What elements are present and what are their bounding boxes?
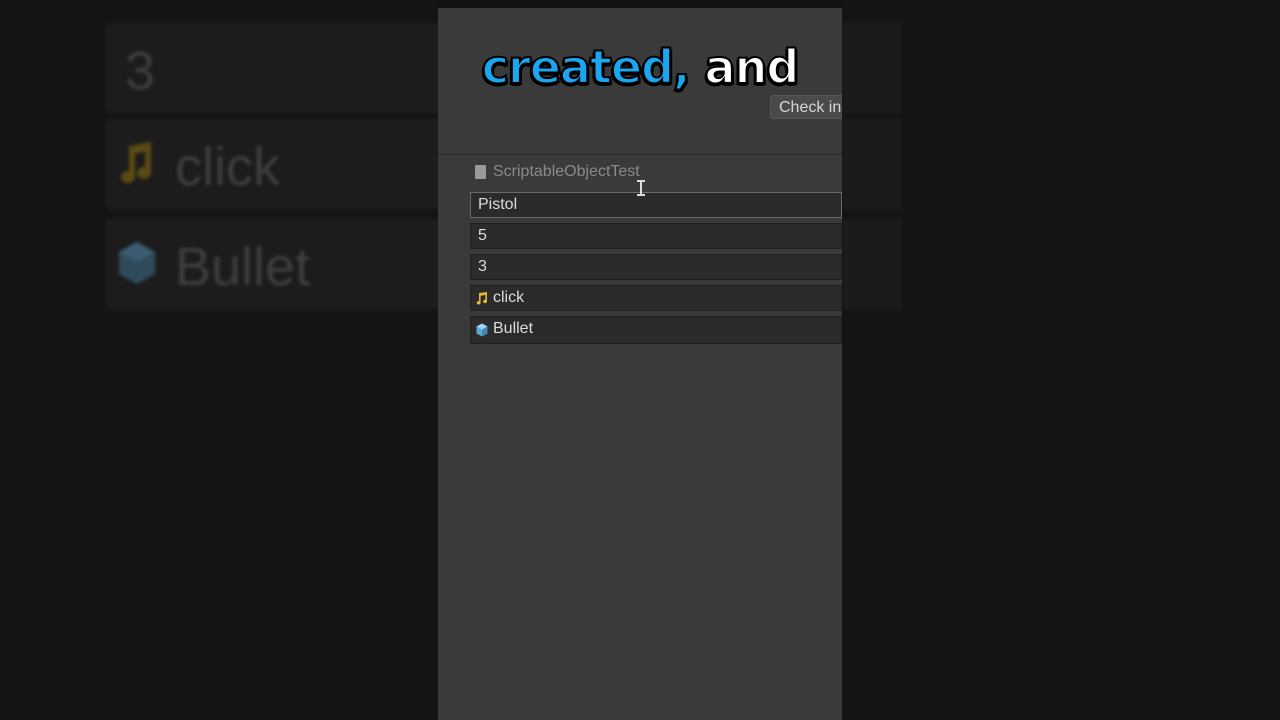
background-row bbox=[842, 22, 902, 114]
audio-clip-field[interactable]: click bbox=[470, 285, 842, 311]
prefab-label: Bullet bbox=[493, 320, 534, 337]
cube-icon bbox=[119, 242, 155, 284]
background-row bbox=[842, 218, 902, 310]
background-text: click bbox=[175, 137, 280, 197]
audio-clip-icon bbox=[476, 292, 488, 305]
name-text-field[interactable]: Pistol bbox=[470, 192, 842, 218]
int-field-1[interactable]: 5 bbox=[470, 223, 842, 249]
script-name: ScriptableObjectTest bbox=[493, 163, 640, 180]
background-row bbox=[842, 118, 902, 210]
background-text: 3 bbox=[125, 41, 156, 101]
background-row: Bullet bbox=[105, 218, 438, 310]
background-right bbox=[842, 0, 1280, 720]
int-field-2[interactable]: 3 bbox=[470, 254, 842, 280]
panel-top-bar bbox=[438, 0, 842, 8]
audio-clip-label: click bbox=[493, 289, 525, 306]
inspector-panel: created, and Check in ScriptableObjectTe… bbox=[438, 0, 842, 720]
prefab-cube-icon bbox=[476, 323, 488, 337]
script-reference-row[interactable]: ScriptableObjectTest bbox=[471, 160, 842, 186]
script-file-icon bbox=[475, 165, 486, 179]
background-left: 3 click Bullet bbox=[0, 0, 438, 720]
caption-word: and bbox=[704, 39, 801, 95]
text-cursor-icon bbox=[637, 180, 645, 196]
check-in-button[interactable]: Check in bbox=[770, 95, 842, 119]
background-row: click bbox=[105, 118, 438, 210]
prefab-field[interactable]: Bullet bbox=[470, 316, 842, 344]
music-note-icon bbox=[121, 142, 152, 183]
background-row: 3 bbox=[105, 22, 438, 114]
caption-highlight-word: created, bbox=[481, 39, 692, 95]
background-text: Bullet bbox=[175, 237, 311, 297]
subtitle-caption: created, and bbox=[438, 39, 842, 95]
